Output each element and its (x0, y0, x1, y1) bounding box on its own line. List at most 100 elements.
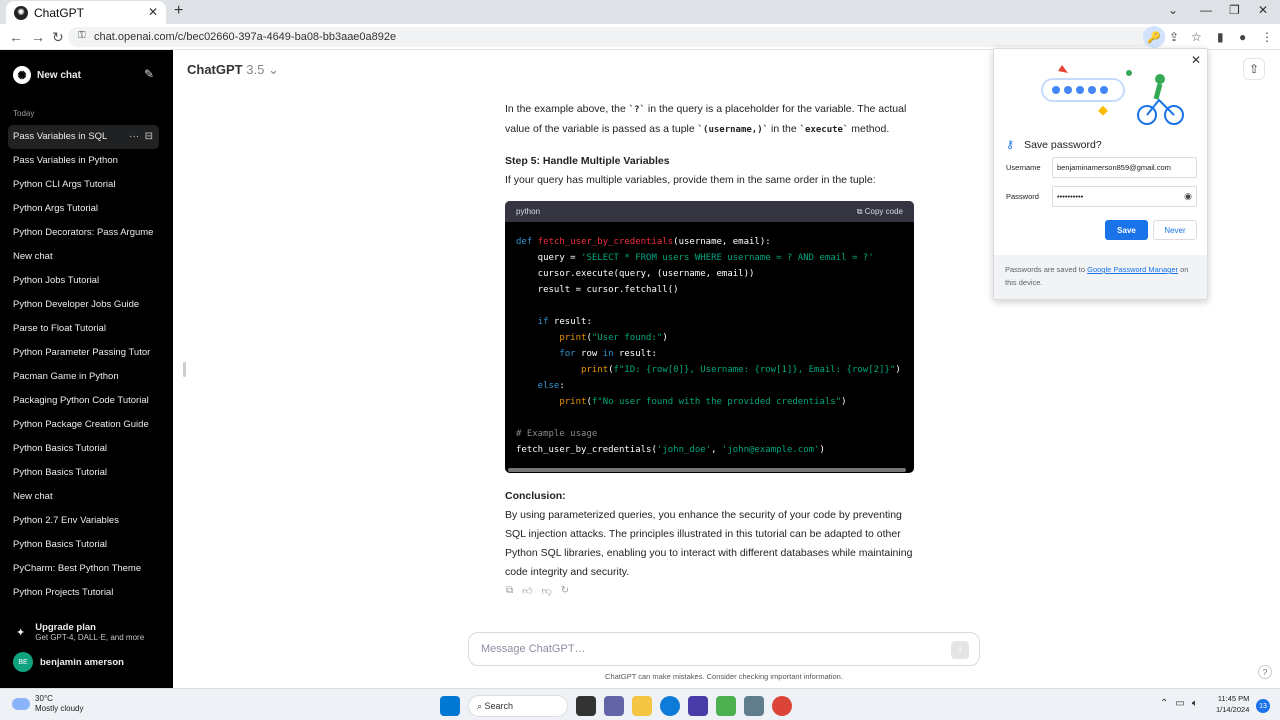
address-bar[interactable]: ⚿ chat.openai.com/c/bec02660-397a-4649-b… (68, 27, 1166, 47)
new-chat-label: New chat (37, 69, 81, 81)
save-password-dialog: ✕ ⚷ Save password? Username benjaminamers… (993, 48, 1208, 300)
vpn-icon[interactable] (688, 696, 708, 716)
avatar: BE (13, 652, 33, 672)
eye-icon[interactable]: ◉ (1184, 191, 1192, 202)
code-block: python ⧉ Copy code def fetch_user_by_cre… (505, 201, 914, 473)
forward-icon[interactable]: → (31, 29, 45, 45)
share-chat-button[interactable]: ⇧ (1243, 58, 1265, 80)
tab-title: ChatGPT (34, 5, 85, 20)
code-horizontal-scrollbar[interactable] (508, 468, 906, 472)
chat-history-item[interactable]: PyCharm: Best Python Theme (8, 557, 159, 581)
thumbs-down-icon[interactable]: 👎︎ (542, 585, 552, 597)
sidebar-collapse-handle[interactable] (183, 362, 186, 377)
browser-tab[interactable]: ✺ ChatGPT ✕ (6, 1, 166, 24)
chat-history-label: Parse to Float Tutorial (13, 323, 106, 334)
compose-icon[interactable]: ✎ (144, 67, 154, 81)
minimize-icon[interactable]: — (1200, 3, 1212, 17)
chat-history-item[interactable]: Python Decorators: Pass Argume (8, 221, 159, 245)
cloud-icon (12, 698, 30, 710)
chevron-up-icon[interactable]: ⌃ (1160, 698, 1168, 709)
chat-history-item[interactable]: Parse to Float Tutorial (8, 317, 159, 341)
side-panel-icon[interactable]: ▮ (1217, 30, 1224, 44)
share-page-icon[interactable]: ⇪ (1169, 30, 1179, 44)
chrome-icon[interactable] (772, 696, 792, 716)
chat-history-item[interactable]: Python Basics Tutorial (8, 437, 159, 461)
chat-history-item[interactable]: Pass Variables in SQL ··· ⊟ (8, 125, 159, 149)
edge-icon[interactable] (660, 696, 680, 716)
disclaimer: ChatGPT can make mistakes. Consider chec… (605, 672, 843, 681)
close-tab-icon[interactable]: ✕ (148, 5, 158, 19)
editor-icon[interactable] (716, 696, 736, 716)
send-button[interactable]: ↑ (951, 641, 969, 659)
password-manager-link[interactable]: Google Password Manager (1087, 265, 1178, 274)
save-button[interactable]: Save (1105, 220, 1148, 240)
windows-start-icon[interactable] (440, 696, 460, 716)
help-icon[interactable]: ? (1258, 665, 1272, 679)
maximize-icon[interactable]: ❐ (1229, 3, 1240, 17)
chevron-down-icon: ⌄ (267, 62, 279, 77)
archive-icon[interactable]: ⊟ (145, 131, 153, 142)
menu-kebab-icon[interactable]: ⋮ (1261, 30, 1273, 44)
volume-icon[interactable]: 🔈︎ (1192, 698, 1198, 709)
more-options-icon[interactable]: ··· (129, 131, 139, 142)
model-name: ChatGPT (187, 62, 243, 77)
chat-history-item[interactable]: Pass Variables in Python (8, 149, 159, 173)
upgrade-subtitle: Get GPT-4, DALL·E, and more (35, 633, 145, 642)
chat-history-label: Python CLI Args Tutorial (13, 179, 116, 190)
notification-badge[interactable]: 13 (1256, 699, 1270, 713)
regenerate-icon[interactable]: ↻ (561, 585, 569, 597)
password-field[interactable]: •••••••••• ◉ (1052, 186, 1197, 207)
network-icon[interactable]: ▭ (1175, 698, 1184, 709)
dialog-title: ⚷ Save password? (1006, 138, 1102, 152)
user-menu-button[interactable]: BE benjamin amerson (13, 652, 124, 672)
file-explorer-icon[interactable] (632, 696, 652, 716)
chat-history-item[interactable]: Pacman Game in Python (8, 365, 159, 389)
close-window-icon[interactable]: ✕ (1258, 3, 1268, 17)
password-key-icon[interactable]: 🔑 (1143, 26, 1165, 48)
chat-history-item[interactable]: Python Developer Jobs Guide (8, 293, 159, 317)
close-icon[interactable]: ✕ (1191, 53, 1201, 67)
code-language: python (516, 207, 541, 216)
new-chat-button[interactable]: ✺ New chat (13, 66, 81, 84)
chat-history-item[interactable]: Python Basics Tutorial (8, 461, 159, 485)
upgrade-plan-button[interactable]: ✦ Upgrade plan Get GPT-4, DALL·E, and mo… (16, 622, 144, 642)
taskbar-search[interactable]: ⌕ Search (468, 695, 568, 717)
never-button[interactable]: Never (1153, 220, 1197, 240)
site-info-icon[interactable]: ⚿ (78, 30, 86, 41)
chat-history-item[interactable]: Python Parameter Passing Tutor (8, 341, 159, 365)
user-name: benjamin amerson (40, 656, 124, 668)
chat-history-item[interactable]: Python Package Creation Guide (8, 413, 159, 437)
thumbs-up-icon[interactable]: 👍︎ (522, 585, 532, 597)
clock[interactable]: 11:45 PM 1/14/2024 (1216, 693, 1249, 715)
chat-history-item[interactable]: Python Args Tutorial (8, 197, 159, 221)
chat-history-label: Python 2.7 Env Variables (13, 515, 119, 526)
chat-history-item[interactable]: Packaging Python Code Tutorial (8, 389, 159, 413)
tab-search-icon[interactable]: ⌄ (1168, 3, 1178, 17)
chat-app-icon[interactable] (604, 696, 624, 716)
model-selector[interactable]: ChatGPT 3.5 ⌄ (187, 62, 279, 78)
sidebar: ✺ New chat ✎ Today Pass Variables in SQL… (0, 50, 173, 688)
profile-icon[interactable]: ● (1239, 30, 1246, 44)
browser-tab-strip: ✺ ChatGPT ✕ + ⌄ — ❐ ✕ (0, 0, 1280, 24)
message-input[interactable]: Message ChatGPT… ↑ (468, 632, 980, 666)
copy-icon[interactable]: ⧉ (506, 585, 513, 597)
chat-history-item[interactable]: New chat (8, 485, 159, 509)
bookmark-star-icon[interactable]: ☆ (1191, 30, 1202, 44)
reload-icon[interactable]: ↻ (52, 29, 64, 46)
app-icon[interactable] (744, 696, 764, 716)
chat-history-item[interactable]: Python 2.7 Env Variables (8, 509, 159, 533)
chat-history-item[interactable]: Python Jobs Tutorial (8, 269, 159, 293)
username-field[interactable]: benjaminamerson859@gmail.com (1052, 157, 1197, 178)
back-icon[interactable]: ← (9, 29, 23, 45)
code-content[interactable]: def fetch_user_by_credentials(username, … (505, 222, 914, 470)
chat-history-item[interactable]: Python Projects Tutorial (8, 581, 159, 605)
sparkle-icon: ✦ (16, 627, 26, 639)
chat-history-item[interactable]: New chat (8, 245, 159, 269)
copy-code-button[interactable]: ⧉ Copy code (857, 207, 903, 217)
chatgpt-favicon-icon: ✺ (14, 5, 28, 20)
chat-history-item[interactable]: Python Basics Tutorial (8, 533, 159, 557)
chat-history-item[interactable]: Python CLI Args Tutorial (8, 173, 159, 197)
new-tab-icon[interactable]: + (174, 2, 183, 20)
task-view-icon[interactable] (576, 696, 596, 716)
weather-widget[interactable]: 30°C Mostly cloudy (12, 694, 83, 714)
